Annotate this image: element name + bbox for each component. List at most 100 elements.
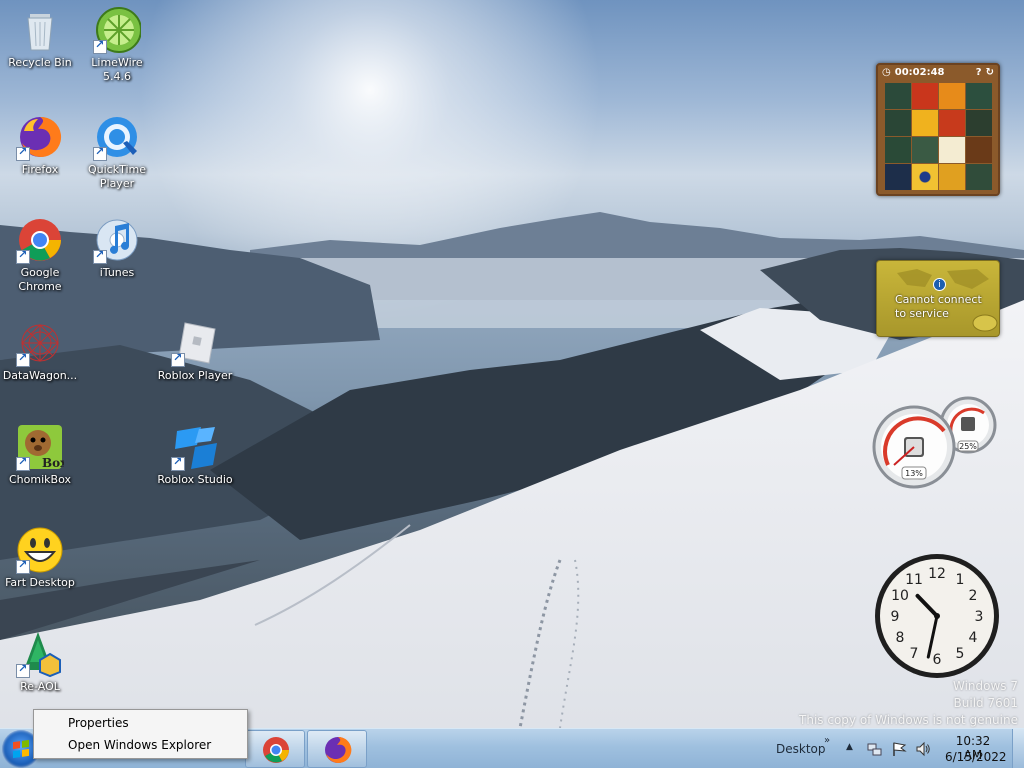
toolbar-chevron-icon[interactable]: »: [824, 735, 830, 746]
action-center-flag-icon[interactable]: [891, 741, 907, 757]
desktop-icon-fart-desktop[interactable]: Fart Desktop: [0, 526, 80, 590]
svg-text:5: 5: [956, 646, 965, 662]
desktop-icon-label: Roblox Studio: [157, 473, 233, 486]
show-desktop-button[interactable]: [1012, 729, 1024, 768]
puzzle-tile[interactable]: [912, 83, 938, 109]
shortcut-arrow-icon: [93, 145, 107, 161]
datawagon-icon: [16, 319, 64, 367]
shortcut-arrow-icon: [93, 38, 107, 54]
puzzle-tile[interactable]: [966, 164, 992, 190]
puzzle-tile[interactable]: [912, 137, 938, 163]
shortcut-arrow-icon: [16, 662, 30, 678]
svg-text:12: 12: [928, 566, 946, 582]
menu-item-properties[interactable]: Properties: [36, 712, 245, 734]
taskbar-firefox-button[interactable]: [307, 730, 367, 768]
desktop-icon-datawagon[interactable]: DataWagon...: [0, 319, 80, 383]
desktop[interactable]: Recycle Bin LimeWire 5.4.6 Firefox Quick…: [0, 0, 1024, 728]
desktop-toolbar[interactable]: Desktop: [776, 742, 826, 756]
puzzle-tile[interactable]: [939, 164, 965, 190]
taskbar-clock-date[interactable]: 6/15/2022: [945, 750, 1007, 764]
desktop-icon-roblox-player[interactable]: Roblox Player: [155, 319, 235, 383]
clock-icon: ◷: [882, 67, 891, 78]
clock-gadget[interactable]: 12 1 2 345 678 9 10 11: [873, 552, 1001, 680]
puzzle-tile[interactable]: [939, 137, 965, 163]
svg-text:1: 1: [956, 572, 965, 588]
info-icon: i: [933, 278, 946, 291]
svg-text:Box: Box: [42, 456, 64, 470]
puzzle-tile[interactable]: [912, 164, 938, 190]
help-icon[interactable]: ?: [976, 67, 982, 78]
desktop-icon-label: Re-AOL: [20, 680, 60, 693]
shortcut-arrow-icon: [93, 248, 107, 264]
watermark-build: Build 7601: [953, 696, 1018, 710]
desktop-icon-firefox[interactable]: Firefox: [0, 113, 80, 177]
svg-text:4: 4: [969, 630, 978, 646]
svg-text:6: 6: [933, 652, 942, 668]
windows-logo-icon: [13, 739, 29, 758]
svg-text:10: 10: [891, 588, 909, 604]
shortcut-arrow-icon: [16, 455, 30, 471]
smiley-icon: [16, 526, 64, 574]
desktop-icon-quicktime[interactable]: QuickTime Player: [77, 113, 157, 191]
desktop-icon-label: Google Chrome: [18, 266, 62, 293]
puzzle-tile[interactable]: [939, 83, 965, 109]
limewire-icon: [93, 6, 142, 54]
puzzle-tile[interactable]: [885, 110, 911, 136]
desktop-icon-itunes[interactable]: iTunes: [77, 216, 157, 280]
puzzle-timer: ◷ 00:02:48 ? ↻: [878, 65, 998, 80]
jump-list-menu[interactable]: Properties Open Windows Explorer: [33, 709, 248, 759]
desktop-icon-label: DataWagon...: [2, 369, 78, 382]
not-genuine-watermark: Windows 7 Build 7601 This copy of Window…: [799, 678, 1018, 728]
desktop-icon-recycle-bin[interactable]: Recycle Bin: [0, 6, 80, 70]
weather-status: Cannot connect to service: [895, 293, 982, 321]
desktop-icon-chomikbox[interactable]: Box ChomikBox: [0, 423, 80, 487]
show-hidden-icons-button[interactable]: ▲: [846, 742, 853, 752]
puzzle-tile[interactable]: [939, 110, 965, 136]
puzzle-tile[interactable]: [966, 110, 992, 136]
puzzle-tile[interactable]: [912, 110, 938, 136]
weather-status-line1: Cannot connect: [895, 293, 982, 306]
wallpaper: [0, 0, 1024, 728]
puzzle-grid[interactable]: [885, 83, 992, 190]
taskbar-chrome-button[interactable]: [245, 730, 305, 768]
picture-puzzle-gadget[interactable]: ◷ 00:02:48 ? ↻: [876, 63, 1000, 196]
firefox-icon: [16, 113, 64, 161]
chrome-icon: [263, 737, 289, 763]
puzzle-timer-value: 00:02:48: [894, 67, 945, 78]
svg-text:3: 3: [975, 609, 984, 625]
puzzle-tile[interactable]: [885, 164, 911, 190]
watermark-os: Windows 7: [952, 679, 1018, 693]
analog-clock: 12 12 345 678 91011: [875, 554, 999, 678]
svg-text:2: 2: [969, 588, 978, 604]
weather-status-line2: to service: [895, 307, 949, 320]
puzzle-tile[interactable]: [885, 137, 911, 163]
desktop-icon-label: iTunes: [99, 266, 135, 279]
quicktime-icon: [93, 113, 141, 161]
roblox-studio-icon: [171, 423, 219, 471]
shortcut-arrow-icon: [171, 455, 185, 471]
firefox-icon: [325, 736, 352, 763]
puzzle-tile[interactable]: [885, 83, 911, 109]
shortcut-arrow-icon: [16, 145, 30, 161]
cpu-percent: 13%: [905, 469, 923, 478]
desktop-icon-label: Roblox Player: [157, 369, 233, 382]
desktop-icon-chrome[interactable]: Google Chrome: [0, 216, 80, 294]
watermark-genuine: This copy of Windows is not genuine: [799, 713, 1018, 727]
shortcut-arrow-icon: [16, 351, 30, 367]
menu-item-open-windows-explorer[interactable]: Open Windows Explorer: [36, 734, 245, 756]
desktop-icon-roblox-studio[interactable]: Roblox Studio: [155, 423, 235, 487]
desktop-icon-label: Fart Desktop: [5, 576, 75, 589]
weather-gadget[interactable]: i Cannot connect to service: [876, 260, 1000, 337]
network-icon[interactable]: [866, 741, 882, 757]
puzzle-tile[interactable]: [966, 137, 992, 163]
refresh-icon[interactable]: ↻: [986, 67, 994, 78]
desktop-icon-label: LimeWire 5.4.6: [91, 56, 143, 83]
puzzle-tile[interactable]: [966, 83, 992, 109]
cpu-meter-gadget[interactable]: 25% 13%: [872, 395, 1002, 490]
volume-icon[interactable]: [915, 741, 931, 757]
chrome-icon: [16, 216, 64, 264]
desktop-icon-limewire[interactable]: LimeWire 5.4.6: [77, 6, 157, 84]
desktop-icon-re-aol[interactable]: Re-AOL: [0, 630, 80, 694]
roblox-player-icon: [171, 319, 219, 367]
desktop-icon-label: Firefox: [21, 163, 59, 176]
